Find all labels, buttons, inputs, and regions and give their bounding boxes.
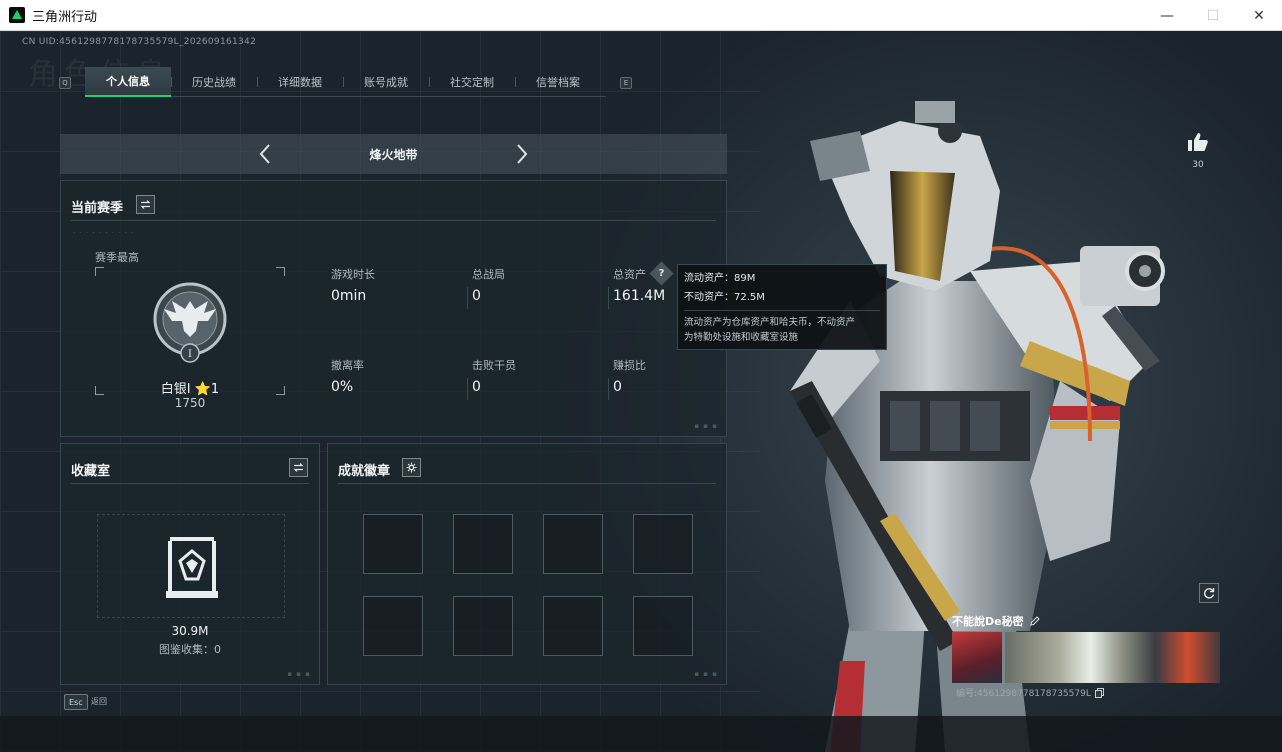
current-season-panel: 当前赛季 · · · · · · · · · · 赛季最高 I 白银I ⭐1 1… [60, 180, 727, 437]
tooltip-desc-line1: 流动资产为仓库资产和哈夫币，不动资产 [684, 317, 856, 328]
window-titlebar: 三角洲行动 — ☐ ✕ [0, 0, 1282, 31]
player-card-images[interactable] [952, 632, 1220, 683]
player-card: 不能說De秘密 编号:4561298778178735579L [952, 613, 1220, 699]
map-selector: 烽火地带 [60, 134, 727, 174]
name-card-banner[interactable] [1005, 632, 1220, 683]
tooltip-desc-line2: 为特勤处设施和收藏室设施 [684, 332, 799, 343]
close-button[interactable]: ✕ [1236, 0, 1282, 31]
achievement-panel: 成就徽章 ▪ ▪ ▪ [327, 443, 727, 685]
display-case-icon [166, 537, 218, 598]
player-name: 不能說De秘密 [952, 615, 1024, 628]
stat-operators-defeated: 击败干员 0 [472, 359, 516, 395]
thumbs-up-icon[interactable] [1187, 132, 1209, 152]
player-id-row: 编号:4561298778178735579L [956, 686, 1104, 699]
map-title: 烽火地带 [369, 147, 418, 162]
season-divider [71, 220, 716, 221]
panel-deco-text: ▪ ▪ ▪ [694, 670, 718, 678]
achievement-slot[interactable] [363, 596, 423, 656]
app-logo-icon [9, 7, 25, 23]
refresh-button[interactable] [1199, 583, 1219, 603]
back-label[interactable]: 返回 [91, 696, 107, 707]
svg-text:I: I [188, 349, 192, 360]
minimize-button[interactable]: — [1144, 0, 1190, 31]
panel-deco-text: ▪ ▪ ▪ [694, 422, 718, 430]
like-area: 30 [1186, 132, 1210, 170]
collection-divider [71, 483, 309, 484]
panel-deco-text: · · · · · · · · · · [73, 229, 135, 237]
gear-icon [406, 462, 417, 473]
player-name-row: 不能說De秘密 [952, 613, 1220, 629]
tab-social-custom[interactable]: 社交定制 [429, 67, 515, 97]
silver-eagle-rank-icon: I [153, 282, 227, 363]
copy-icon[interactable] [1094, 687, 1104, 698]
achievement-divider [338, 483, 716, 484]
like-count: 30 [1192, 160, 1204, 170]
achievement-slot[interactable] [453, 596, 513, 656]
help-question-icon[interactable]: ? [653, 265, 670, 282]
total-assets-tooltip: 流动资产：89M 不动资产：72.5M 流动资产为仓库资产和哈夫币，不动资产 为… [677, 264, 887, 350]
edit-pencil-icon[interactable] [1029, 616, 1040, 626]
achievement-slot[interactable] [543, 514, 603, 574]
tab-detailed-data[interactable]: 详细数据 [257, 67, 343, 97]
window-controls: — ☐ ✕ [1144, 0, 1282, 31]
tooltip-fixed-assets: 不动资产：72.5M [684, 292, 765, 303]
collection-preview[interactable] [97, 514, 285, 618]
tab-personal-info[interactable]: 个人信息 [85, 67, 171, 97]
rank-score: 1750 [174, 396, 206, 410]
swap-arrows-icon [293, 463, 304, 472]
season-panel-title: 当前赛季 [71, 201, 124, 216]
collection-value: 30.9M [171, 624, 209, 638]
collection-panel: 收藏室 30.9M 图鉴收集：0 ▪ ▪ ▪ [60, 443, 320, 685]
game-viewport: 角色信息 CN UID:4561298778178735579L_2026091… [0, 31, 1282, 752]
window-title: 三角洲行动 [32, 9, 98, 25]
achievement-panel-title: 成就徽章 [338, 464, 391, 479]
stat-play-time: 游戏时长 0min [331, 268, 375, 304]
achievement-slot[interactable] [363, 514, 423, 574]
main-tabs: 个人信息 历史战绩 详细数据 账号成就 社交定制 信誉档案 [85, 67, 606, 97]
season-best-label: 赛季最高 [95, 251, 139, 264]
achievement-slot[interactable] [633, 514, 693, 574]
achievement-slot[interactable] [543, 596, 603, 656]
rank-name: 白银I ⭐1 [160, 382, 220, 397]
stat-extraction-rate: 撤离率 0% [331, 359, 364, 395]
panel-deco-text: ▪ ▪ ▪ [287, 670, 311, 678]
achievement-slot[interactable] [453, 514, 513, 574]
stat-total-matches: 总战局 0 [472, 268, 505, 304]
avatar[interactable] [952, 632, 1002, 683]
tooltip-liquid-assets: 流动资产：89M [684, 273, 756, 284]
collection-count: 图鉴收集：0 [159, 643, 221, 656]
player-id: 编号:4561298778178735579L [956, 689, 1091, 699]
rank-badge-frame: I [95, 267, 285, 395]
bottom-bar [0, 716, 1282, 752]
prev-tab-key-hint[interactable]: Q [59, 77, 71, 89]
stat-profit-loss-ratio: 赚损比 0 [613, 359, 646, 395]
esc-key-hint[interactable]: Esc [64, 694, 88, 710]
collection-panel-title: 收藏室 [71, 464, 111, 479]
next-map-chevron-right-icon[interactable] [511, 142, 533, 166]
swap-arrows-icon [140, 200, 151, 209]
tab-match-history[interactable]: 历史战绩 [171, 67, 257, 97]
tab-reputation-file[interactable]: 信誉档案 [515, 67, 601, 97]
uid-text: CN UID:4561298778178735579L_202609161342 [22, 37, 257, 47]
switch-season-button[interactable] [136, 195, 155, 214]
maximize-button[interactable]: ☐ [1190, 0, 1236, 31]
switch-collection-button[interactable] [289, 458, 308, 477]
achievement-slot[interactable] [633, 596, 693, 656]
prev-map-chevron-left-icon[interactable] [254, 142, 276, 166]
tab-account-achievements[interactable]: 账号成就 [343, 67, 429, 97]
achievement-settings-button[interactable] [402, 458, 421, 477]
next-tab-key-hint[interactable]: E [620, 77, 632, 89]
refresh-icon [1203, 588, 1215, 599]
